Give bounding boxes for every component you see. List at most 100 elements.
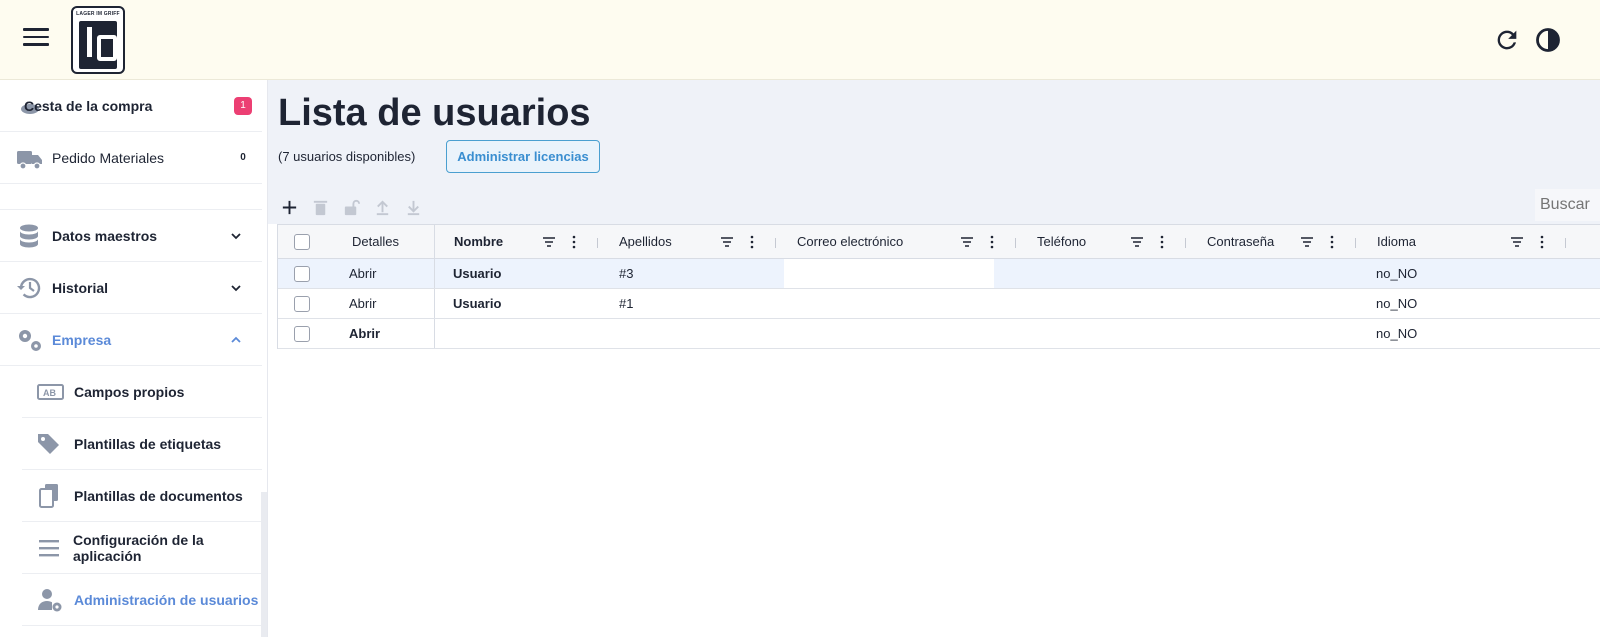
download-icon[interactable] [404, 198, 423, 217]
sidebar: Cesta de la compra 1 Pedido Materiales 0… [0, 80, 268, 637]
select-all-checkbox[interactable] [294, 233, 310, 250]
cell-idioma: no_NO [1376, 266, 1418, 281]
row-checkbox[interactable] [294, 265, 310, 282]
logo-mark [79, 21, 117, 69]
documents-icon [39, 483, 58, 508]
column-menu-icon[interactable] [985, 235, 999, 249]
table-row[interactable]: Abrir Usuario #3 no_NO [278, 259, 1600, 289]
sidebar-item-plantillas-etiquetas[interactable]: Plantillas de etiquetas [22, 418, 262, 470]
table-row[interactable]: Abrir Usuario #1 no_NO [278, 289, 1600, 319]
chevron-down-icon [231, 232, 241, 239]
svg-text:AB: AB [43, 388, 56, 398]
tags-icon [38, 433, 59, 454]
contrast-theme-icon[interactable] [1534, 26, 1562, 54]
column-header-contrasena[interactable]: Contraseña [1207, 225, 1274, 258]
cell-nombre: Usuario [453, 266, 502, 281]
row-checkbox-cell [294, 289, 310, 318]
manage-licenses-button[interactable]: Administrar licencias [446, 140, 600, 173]
sidebar-item-datos-maestros[interactable]: Datos maestros [0, 210, 262, 262]
column-menu-icon[interactable] [567, 235, 581, 249]
app-header: LAGER IM GRIFF [0, 0, 1600, 80]
sidebar-item-label: Plantillas de etiquetas [74, 435, 222, 452]
filter-icon[interactable] [1510, 235, 1524, 249]
column-divider [434, 319, 435, 348]
table-toolbar [280, 196, 423, 218]
ab-field-icon: AB [37, 383, 64, 400]
column-divider [434, 225, 435, 258]
cell-apellidos: #3 [619, 266, 634, 281]
user-gear-icon [38, 588, 62, 611]
cell-idioma: no_NO [1376, 296, 1418, 311]
column-menu-icon[interactable] [745, 235, 759, 249]
filter-icon[interactable] [1300, 235, 1314, 249]
filter-icon[interactable] [720, 235, 734, 249]
sidebar-item-cesta[interactable]: Cesta de la compra 1 [0, 80, 262, 132]
trash-icon[interactable] [311, 198, 330, 217]
hamburger-menu-icon[interactable] [23, 28, 49, 52]
upload-icon[interactable] [373, 198, 392, 217]
column-header-nombre[interactable]: Nombre [454, 225, 503, 258]
sidebar-item-label: Pedido Materiales [52, 149, 165, 166]
users-available-text: (7 usuarios disponibles) [278, 149, 416, 164]
sidebar-item-label: Cesta de la compra [24, 97, 153, 114]
cell-nombre: Usuario [453, 296, 502, 311]
database-icon [20, 224, 38, 247]
column-divider [434, 289, 435, 318]
chevron-down-icon [231, 284, 241, 291]
filter-icon[interactable] [960, 235, 974, 249]
sidebar-item-campos-propios[interactable]: AB Campos propios [22, 366, 262, 418]
refresh-icon[interactable] [1493, 26, 1521, 54]
sidebar-item-configuracion[interactable]: Configuración de la aplicación [22, 522, 262, 574]
users-table: Detalles Nombre Apellidos Correo electró… [277, 224, 1600, 349]
row-checkbox[interactable] [294, 325, 310, 342]
cell-apellidos: #1 [619, 296, 634, 311]
page-title: Lista de usuarios [278, 92, 591, 134]
unlock-icon[interactable] [342, 198, 361, 217]
row-checkbox[interactable] [294, 295, 310, 312]
cell-idioma: no_NO [1376, 326, 1418, 341]
sidebar-item-historial[interactable]: Historial [0, 262, 262, 314]
column-header-correo[interactable]: Correo electrónico [797, 225, 903, 258]
sidebar-item-pedido[interactable]: Pedido Materiales 0 [0, 132, 262, 184]
redacted-email-cell [784, 259, 994, 288]
filter-icon[interactable] [542, 235, 556, 249]
table-row[interactable]: Abrir no_NO [278, 319, 1600, 349]
sidebar-item-label: Historial [52, 279, 109, 296]
header-separator [597, 238, 598, 248]
sidebar-item-label: Campos propios [74, 383, 185, 400]
chevron-up-icon [231, 336, 241, 343]
app-logo[interactable]: LAGER IM GRIFF [71, 6, 125, 74]
order-count-badge: 0 [240, 151, 246, 163]
sidebar-item-label: Configuración de la aplicación [73, 531, 204, 564]
open-detail-link[interactable]: Abrir [349, 259, 376, 288]
header-separator [1015, 238, 1016, 248]
table-header-row: Detalles Nombre Apellidos Correo electró… [278, 224, 1600, 259]
column-menu-icon[interactable] [1155, 235, 1169, 249]
open-detail-link[interactable]: Abrir [349, 289, 376, 318]
sidebar-item-label: Administración de usuarios [74, 591, 259, 608]
logo-text: LAGER IM GRIFF [76, 11, 120, 17]
header-separator [1355, 238, 1356, 248]
sidebar-item-empresa[interactable]: Empresa [0, 314, 262, 366]
search-input[interactable] [1535, 189, 1600, 221]
column-header-apellidos[interactable]: Apellidos [619, 225, 672, 258]
filter-icon[interactable] [1130, 235, 1144, 249]
cart-count-badge: 1 [234, 96, 252, 115]
column-header-idioma[interactable]: Idioma [1377, 225, 1416, 258]
column-header-detalles[interactable]: Detalles [352, 225, 399, 258]
gears-icon [19, 329, 41, 351]
add-icon[interactable] [280, 198, 299, 217]
column-menu-icon[interactable] [1325, 235, 1339, 249]
column-menu-icon[interactable] [1535, 235, 1549, 249]
sidebar-scrollbar[interactable] [261, 492, 267, 637]
page-header-area: Lista de usuarios (7 usuarios disponible… [268, 80, 1600, 224]
list-settings-icon [39, 539, 59, 556]
column-header-telefono[interactable]: Teléfono [1037, 225, 1086, 258]
sidebar-item-administracion-usuarios[interactable]: Administración de usuarios [22, 574, 262, 626]
header-separator [1565, 238, 1566, 248]
sidebar-item-plantillas-documentos[interactable]: Plantillas de documentos [22, 470, 262, 522]
truck-icon [17, 150, 42, 170]
open-detail-link[interactable]: Abrir [349, 319, 380, 348]
row-checkbox-cell [294, 319, 310, 348]
column-divider [434, 259, 435, 288]
